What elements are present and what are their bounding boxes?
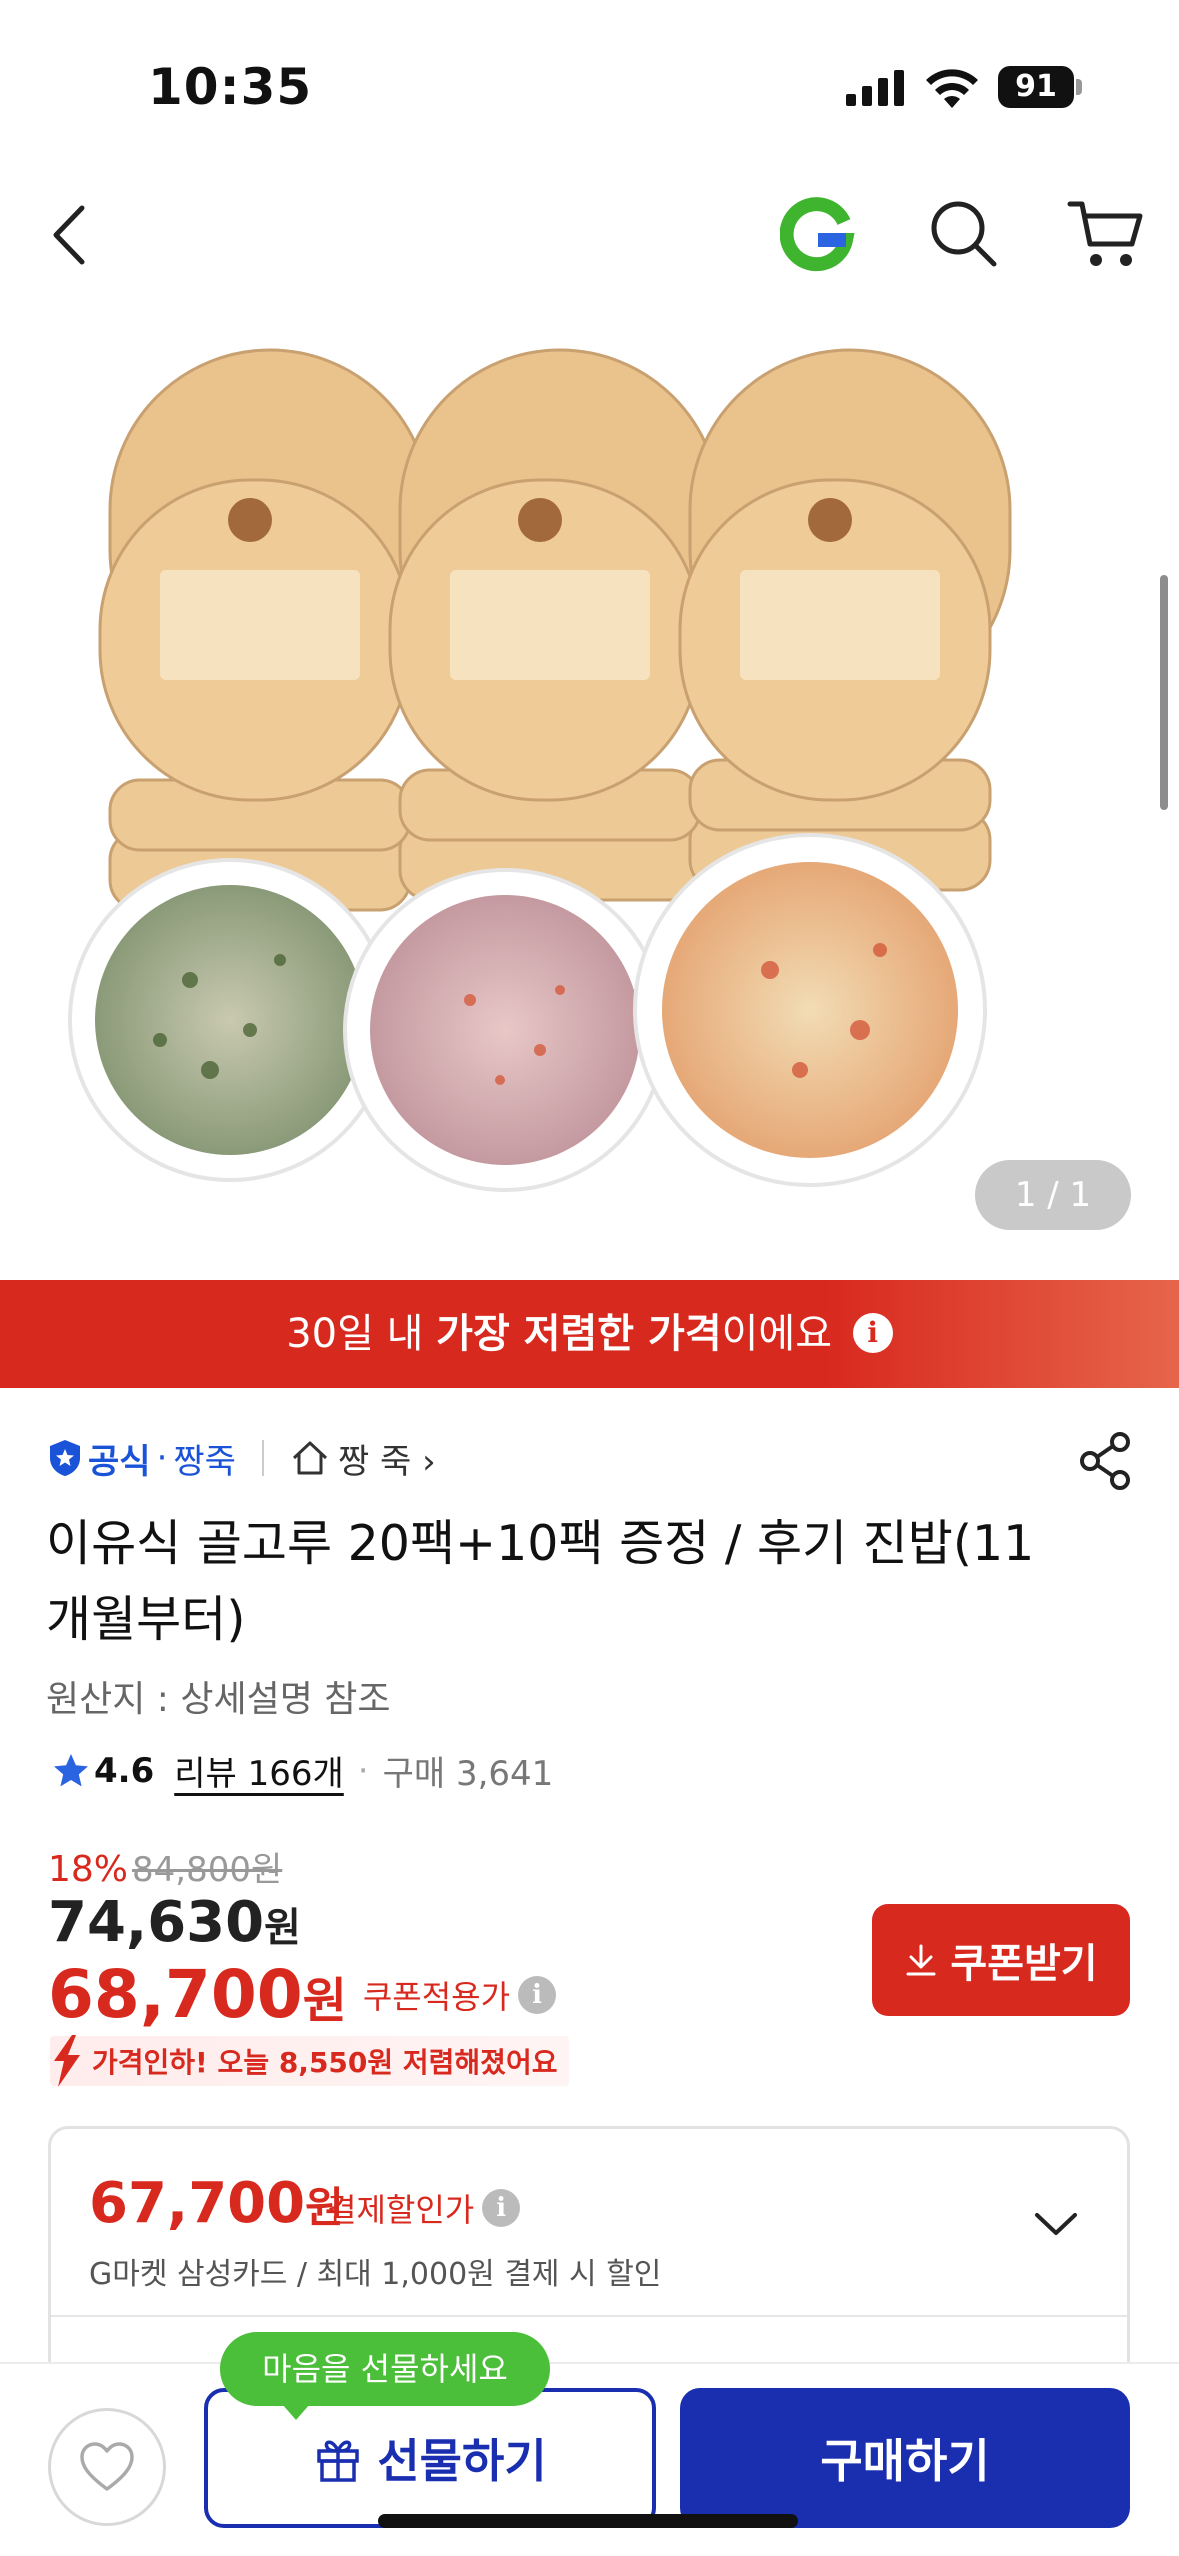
rating-value: 4.6: [94, 1750, 155, 1791]
info-icon[interactable]: i: [852, 1313, 893, 1353]
divider: [261, 1440, 264, 1476]
lowest-price-banner[interactable]: 30일 내 가장 저렴한 가격이에요 i: [0, 1280, 1179, 1388]
official-label: 공식: [88, 1441, 151, 1482]
chevron-down-icon[interactable]: [1031, 2205, 1081, 2245]
product-image[interactable]: 1 / 1: [0, 310, 1179, 1280]
gift-tooltip: 마음을 선물하세요: [220, 2332, 550, 2420]
price-drop-text: 가격인하! 오늘 8,550원 저렴해졌어요: [92, 2046, 558, 2079]
store-name: 짱 죽 ›: [337, 1441, 436, 1482]
search-icon[interactable]: [926, 196, 1002, 272]
status-time: 10:35: [148, 58, 313, 116]
star-icon: [54, 1753, 88, 1786]
discount-row: 18% 84,800원: [48, 1842, 282, 1891]
card-discount-label: 결제할인가 i: [327, 2185, 521, 2231]
gift-button-label: 선물하기: [377, 2434, 547, 2488]
cellular-signal-icon: [846, 70, 904, 106]
battery-icon: 91: [998, 66, 1082, 108]
sale-price: 74,630원: [48, 1890, 301, 1955]
coupon-button-label: 쿠폰받기: [950, 1941, 1098, 1987]
gift-icon: [317, 2440, 360, 2482]
cart-icon[interactable]: [1066, 196, 1146, 272]
gift-button[interactable]: 선물하기: [204, 2388, 656, 2528]
top-nav: [0, 160, 1179, 310]
brand-row: 공식 · 짱죽 짱 죽 ›: [46, 1430, 436, 1486]
status-bar: 10:35 91: [0, 0, 1179, 160]
coupon-price: 68,700원: [48, 1956, 347, 2033]
share-icon[interactable]: [1076, 1430, 1134, 1492]
banner-prefix: 30일 내: [286, 1311, 437, 1357]
house-icon: [292, 1441, 327, 1475]
original-price: 84,800원: [132, 1850, 283, 1890]
store-link[interactable]: 짱 죽 ›: [290, 1434, 436, 1483]
price-drop-badge: 가격인하! 오늘 8,550원 저렴해졌어요: [50, 2035, 570, 2087]
banner-suffix: 이에요: [721, 1311, 833, 1357]
heart-icon: [80, 2442, 134, 2491]
info-icon[interactable]: i: [518, 1975, 557, 2014]
buy-button-label: 구매하기: [820, 2434, 990, 2488]
wishlist-button[interactable]: [48, 2408, 166, 2526]
coupon-download-button[interactable]: 쿠폰받기: [872, 1904, 1130, 2016]
review-link[interactable]: 리뷰 166개: [174, 1746, 344, 1795]
battery-level: 91: [998, 66, 1074, 108]
coupon-label: 쿠폰적용가: [362, 1977, 511, 2016]
back-arrow-icon[interactable]: [44, 200, 104, 270]
info-icon[interactable]: i: [482, 2189, 521, 2227]
image-counter: 1 / 1: [975, 1160, 1131, 1230]
product-photo: [68, 348, 1012, 1192]
verified-shield-icon: [50, 1440, 80, 1476]
wifi-icon: [926, 69, 978, 108]
home-indicator: [378, 2514, 798, 2528]
official-badge: 공식: [46, 1434, 151, 1483]
discount-percent: 18%: [48, 1849, 129, 1890]
card-discount-description: G마켓 삼성카드 / 최대 1,000원 결제 시 할인: [89, 2257, 662, 2292]
product-title: 이유식 골고루 20팩+10팩 증정 / 후기 진밥(11개월부터): [46, 1515, 1035, 1648]
brand-name-link[interactable]: 짱죽: [173, 1434, 236, 1483]
price-down-arrow-icon: [54, 2035, 80, 2087]
download-icon: [906, 1944, 936, 1976]
buy-button[interactable]: 구매하기: [680, 2388, 1130, 2528]
banner-bold: 가장 저렴한 가격: [436, 1311, 722, 1357]
gmarket-logo-icon[interactable]: [780, 196, 856, 272]
divider: [51, 2315, 1127, 2317]
origin-info: 원산지 : 상세설명 참조: [46, 1679, 391, 1720]
coupon-price-row: 68,700원 쿠폰적용가 i: [48, 1956, 557, 2033]
rating-row: 4.6 리뷰 166개 · 구매 3,641: [52, 1746, 553, 1795]
scroll-indicator: [1160, 575, 1168, 810]
card-discount-price: 67,700원: [89, 2171, 344, 2236]
purchase-count: 구매 3,641: [382, 1754, 554, 1794]
